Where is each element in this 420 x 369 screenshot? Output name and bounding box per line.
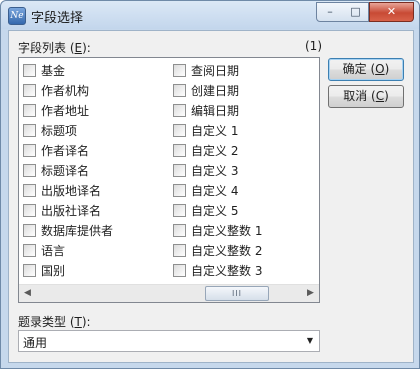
field-label: 自定义 3 xyxy=(191,164,239,178)
window-title: 字段选择 xyxy=(31,11,84,26)
field-label: 自定义整数 3 xyxy=(191,264,263,278)
field-list-count: (1) xyxy=(305,39,322,53)
checkbox[interactable] xyxy=(23,64,36,77)
field-label: 编辑日期 xyxy=(191,104,240,118)
scroll-left-arrow-icon[interactable]: ◀ xyxy=(19,285,36,302)
field-label: 语言 xyxy=(41,244,66,258)
checkbox[interactable] xyxy=(173,184,186,197)
field-label: 作者机构 xyxy=(41,84,90,98)
checkbox[interactable] xyxy=(23,184,36,197)
checkbox[interactable] xyxy=(23,104,36,117)
checkbox[interactable] xyxy=(173,204,186,217)
checkbox[interactable] xyxy=(173,244,186,257)
maximize-button[interactable]: □ xyxy=(343,2,369,22)
field-label: 创建日期 xyxy=(191,84,240,98)
field-list-label: 字段列表 (E): xyxy=(18,41,91,55)
checkbox[interactable] xyxy=(173,224,186,237)
scrollbar-thumb[interactable]: III xyxy=(205,286,269,301)
checkbox[interactable] xyxy=(23,124,36,137)
field-label: 基金 xyxy=(41,64,66,78)
checkbox[interactable] xyxy=(23,204,36,217)
record-type-value: 通用 xyxy=(23,336,48,350)
record-type-select[interactable]: 通用 ▼ xyxy=(18,330,320,352)
title-bar[interactable]: Ne 字段选择 – □ ✕ xyxy=(1,1,419,29)
field-label: 出版社译名 xyxy=(41,204,102,218)
scroll-right-arrow-icon[interactable]: ▶ xyxy=(302,285,319,302)
checkbox[interactable] xyxy=(23,264,36,277)
field-label: 标题项 xyxy=(41,124,78,138)
checkbox[interactable] xyxy=(23,164,36,177)
checkbox[interactable] xyxy=(173,64,186,77)
checkbox[interactable] xyxy=(173,264,186,277)
checkbox[interactable] xyxy=(173,104,186,117)
field-label: 标题译名 xyxy=(41,164,90,178)
field-label: 自定义 5 xyxy=(191,204,239,218)
field-label: 自定义 1 xyxy=(191,124,239,138)
checkbox[interactable] xyxy=(173,124,186,137)
field-label: 数据库提供者 xyxy=(41,224,114,238)
field-label: 自定义整数 1 xyxy=(191,224,263,238)
checkbox[interactable] xyxy=(23,244,36,257)
close-button[interactable]: ✕ xyxy=(369,2,414,22)
field-label: 查阅日期 xyxy=(191,64,240,78)
field-label: 作者地址 xyxy=(41,104,90,118)
field-label: 作者译名 xyxy=(41,144,90,158)
field-label: 自定义 4 xyxy=(191,184,239,198)
checkbox[interactable] xyxy=(23,224,36,237)
field-label: 自定义 2 xyxy=(191,144,239,158)
dropdown-arrow-icon[interactable]: ▼ xyxy=(303,333,317,349)
ok-button[interactable]: 确定 (O) xyxy=(328,58,404,81)
field-label: 出版地译名 xyxy=(41,184,102,198)
checkbox[interactable] xyxy=(173,164,186,177)
field-label: 国别 xyxy=(41,264,66,278)
checkbox[interactable] xyxy=(23,84,36,97)
field-select-dialog: Ne 字段选择 – □ ✕ 字段列表 (E): (1) 基金作者机构作者地址标题… xyxy=(0,0,420,369)
field-label: 自定义整数 2 xyxy=(191,244,263,258)
checkbox[interactable] xyxy=(23,144,36,157)
checkbox[interactable] xyxy=(173,84,186,97)
app-icon: Ne xyxy=(8,7,26,25)
checkbox[interactable] xyxy=(173,144,186,157)
dialog-body: 字段列表 (E): (1) 基金作者机构作者地址标题项作者译名标题译名出版地译名… xyxy=(8,30,414,363)
cancel-button[interactable]: 取消 (C) xyxy=(328,85,404,108)
minimize-button[interactable]: – xyxy=(316,2,344,22)
record-type-label: 题录类型 (T): xyxy=(18,315,91,329)
field-list[interactable]: 基金作者机构作者地址标题项作者译名标题译名出版地译名出版社译名数据库提供者 语言国… xyxy=(18,57,320,303)
horizontal-scrollbar[interactable]: ◀ III ▶ xyxy=(19,284,319,302)
